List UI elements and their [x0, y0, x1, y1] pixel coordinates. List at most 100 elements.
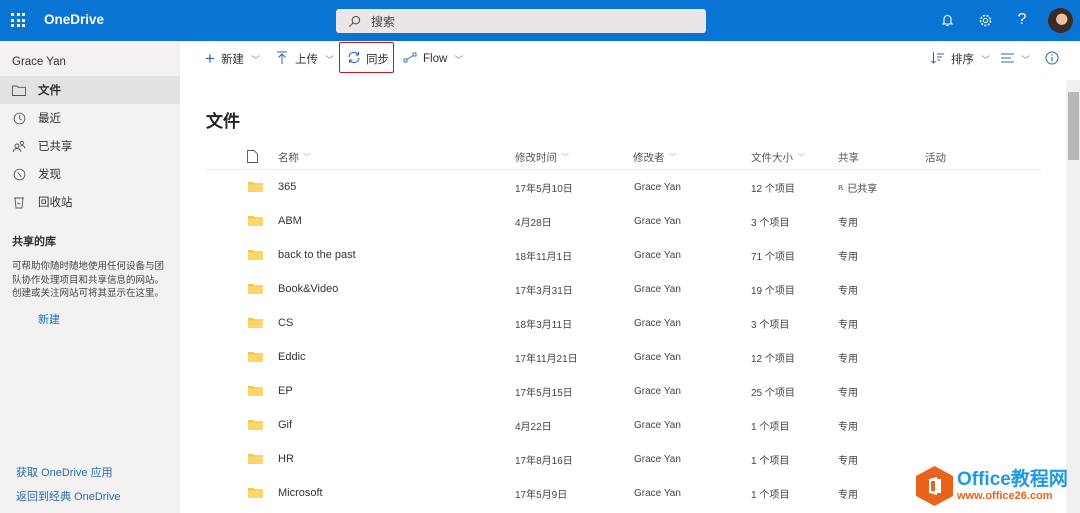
column-header-size[interactable]: 文件大小 ﹀: [751, 150, 805, 165]
file-name[interactable]: 365: [278, 170, 296, 204]
table-row[interactable]: Eddic 17年11月21日 Grace Yan 12 个项目 专用: [205, 340, 1041, 374]
file-size: 1 个项目: [751, 455, 790, 467]
file-name[interactable]: Eddic: [278, 340, 306, 374]
new-button[interactable]: + 新建 ﹀: [205, 41, 260, 77]
modified-date: 4月28日: [515, 217, 552, 229]
modified-by: Grace Yan: [634, 419, 681, 431]
sharing-label: 专用: [838, 387, 858, 399]
modified-by: Grace Yan: [634, 215, 681, 227]
file-size: 3 个项目: [751, 217, 790, 229]
table-row[interactable]: EP 17年5月15日 Grace Yan 25 个项目 专用: [205, 374, 1041, 408]
file-name[interactable]: ABM: [278, 204, 302, 238]
chevron-down-icon: ﹀: [981, 54, 991, 65]
column-header-label: 共享: [838, 152, 859, 164]
sidebar-item-recycle-bin[interactable]: 回收站: [0, 188, 180, 216]
sidebar-item-shared[interactable]: 已共享: [0, 132, 180, 160]
modified-date: 17年5月10日: [515, 183, 573, 195]
table-row[interactable]: CS 18年3月11日 Grace Yan 3 个项目 专用: [205, 306, 1041, 340]
table-row[interactable]: ABM 4月28日 Grace Yan 3 个项目 专用: [205, 204, 1041, 238]
file-type-icon: [247, 150, 258, 166]
file-name[interactable]: Microsoft: [278, 476, 323, 510]
modified-by: Grace Yan: [634, 249, 681, 261]
table-row[interactable]: Gif 4月22日 Grace Yan 1 个项目 专用: [205, 408, 1041, 442]
chevron-down-icon: ﹀: [797, 153, 805, 162]
sharing-label: 专用: [838, 489, 858, 501]
sidebar: Grace Yan 文件 最近 已共享 发现 回收站 共享的库 可帮助你随时随地…: [0, 41, 180, 513]
create-library-link[interactable]: 新建: [38, 311, 60, 327]
chevron-down-icon: ﹀: [303, 153, 311, 162]
classic-onedrive-link[interactable]: 返回到经典 OneDrive: [16, 488, 121, 504]
file-name[interactable]: Book&Video: [278, 272, 338, 306]
column-header-label: 修改者: [633, 152, 665, 164]
sharing-status: 专用: [838, 374, 858, 408]
upload-icon: [277, 51, 287, 67]
column-header-activity[interactable]: 活动: [925, 150, 946, 165]
sharing-status[interactable]: ጸ 已共享: [838, 170, 877, 204]
file-size: 12 个项目: [751, 183, 795, 195]
file-size: 1 个项目: [751, 421, 790, 433]
sharing-label: 专用: [838, 455, 858, 467]
sharing-label: 已共享: [847, 183, 878, 195]
upload-label: 上传: [295, 54, 318, 66]
chevron-down-icon: ﹀: [1021, 54, 1031, 65]
watermark: Office教程网 www.office26.com: [916, 466, 1068, 506]
chevron-down-icon: ﹀: [561, 153, 569, 162]
sharing-status: 专用: [838, 442, 858, 476]
flow-button[interactable]: Flow ﹀: [403, 41, 463, 77]
folder-icon: [12, 83, 26, 97]
modified-date: 17年11月21日: [515, 353, 578, 365]
table-row[interactable]: back to the past 18年11月1日 Grace Yan 71 个项目 专…: [205, 238, 1041, 272]
top-bar: OneDrive 搜索 ?: [0, 0, 1080, 41]
compass-icon: [12, 167, 26, 181]
column-header-label: 名称: [278, 152, 299, 164]
sidebar-item-label: 已共享: [38, 141, 73, 153]
modified-date: 4月22日: [515, 421, 552, 433]
get-app-link[interactable]: 获取 OneDrive 应用: [16, 464, 113, 480]
app-launcher-icon[interactable]: [11, 13, 25, 27]
table-row[interactable]: 365 17年5月10日 Grace Yan 12 个项目 ጸ 已共享: [205, 170, 1041, 204]
sharing-status: 专用: [838, 306, 858, 340]
info-button[interactable]: [1045, 41, 1059, 77]
shared-libraries-description: 可帮助你随时随地使用任何设备与团队协作处理项目和共享信息的网站。创建或关注网站可…: [12, 261, 165, 299]
upload-button[interactable]: 上传 ﹀: [277, 41, 334, 77]
file-name[interactable]: Gif: [278, 408, 292, 442]
app-title[interactable]: OneDrive: [44, 12, 104, 27]
file-size: 19 个项目: [751, 285, 795, 297]
file-size: 12 个项目: [751, 353, 795, 365]
modified-date: 18年11月1日: [515, 251, 573, 263]
file-type-column-header[interactable]: [247, 150, 258, 166]
modified-date: 17年3月31日: [515, 285, 573, 297]
column-header-sharing[interactable]: 共享: [838, 150, 859, 165]
help-icon[interactable]: ?: [1013, 11, 1031, 29]
chevron-down-icon: ﹀: [325, 54, 335, 65]
file-size: 71 个项目: [751, 251, 795, 263]
column-header-label: 修改时间: [515, 152, 557, 164]
search-input[interactable]: 搜索: [336, 9, 706, 33]
file-name[interactable]: EP: [278, 374, 293, 408]
table-row[interactable]: Book&Video 17年3月31日 Grace Yan 19 个项目 专用: [205, 272, 1041, 306]
column-header-modified[interactable]: 修改时间 ﹀: [515, 150, 569, 165]
file-name[interactable]: HR: [278, 442, 294, 476]
sharing-label: 专用: [838, 285, 858, 297]
sidebar-item-label: 最近: [38, 113, 61, 125]
avatar[interactable]: [1048, 8, 1073, 33]
sort-button[interactable]: 排序 ﹀: [931, 41, 990, 77]
page-title: 文件: [206, 112, 240, 131]
sidebar-item-files[interactable]: 文件: [0, 76, 180, 104]
flow-icon: [403, 52, 417, 66]
file-name[interactable]: back to the past: [278, 238, 356, 272]
file-name[interactable]: CS: [278, 306, 293, 340]
modified-by: Grace Yan: [634, 181, 681, 193]
sharing-status: 专用: [838, 340, 858, 374]
sharing-label: 专用: [838, 251, 858, 263]
sidebar-item-recent[interactable]: 最近: [0, 104, 180, 132]
sidebar-item-discover[interactable]: 发现: [0, 160, 180, 188]
sharing-status: 专用: [838, 408, 858, 442]
view-options-button[interactable]: ﹀: [1001, 41, 1030, 77]
gear-icon[interactable]: [976, 11, 994, 29]
bell-icon[interactable]: [938, 11, 956, 29]
column-header-name[interactable]: 名称 ﹀: [278, 150, 311, 165]
scrollbar-thumb[interactable]: [1068, 92, 1079, 160]
modified-date: 17年8月16日: [515, 455, 573, 467]
column-header-modified-by[interactable]: 修改者 ﹀: [633, 150, 677, 165]
